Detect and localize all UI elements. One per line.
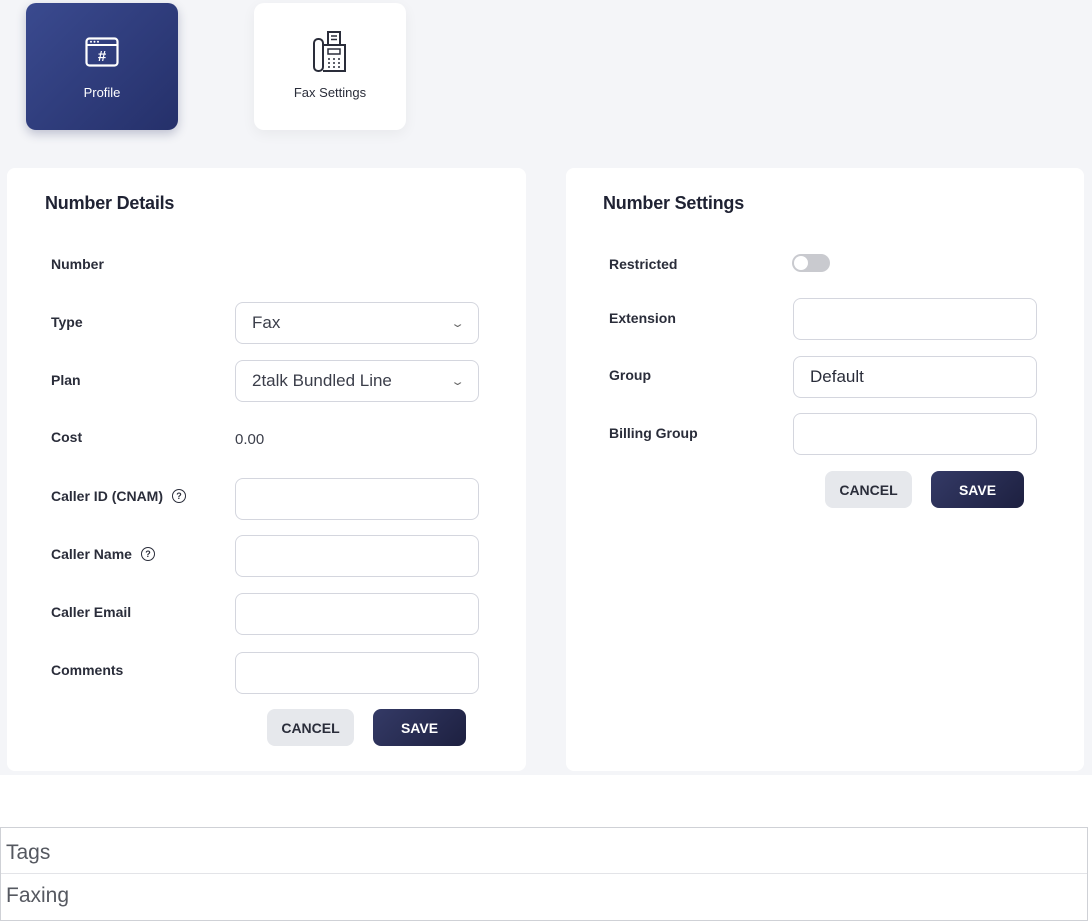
plan-select-value: 2talk Bundled Line <box>252 371 392 390</box>
number-settings-panel: Number Settings Restricted Extension Gro… <box>566 168 1084 771</box>
chevron-down-icon: ⌄ <box>450 317 465 330</box>
toggle-knob <box>794 256 808 270</box>
caller-email-label: Caller Email <box>51 604 132 620</box>
save-button[interactable]: SAVE <box>931 471 1024 508</box>
tab-fax-settings[interactable]: Fax Settings <box>254 3 406 130</box>
type-label: Type <box>51 314 83 330</box>
save-button[interactable]: SAVE <box>373 709 466 746</box>
comments-label: Comments <box>51 662 124 678</box>
number-label: Number <box>51 256 104 272</box>
comments-field[interactable] <box>235 652 479 694</box>
cost-label: Cost <box>51 429 83 445</box>
tags-section: Tags Faxing <box>0 827 1088 921</box>
caller-name-field[interactable] <box>235 535 479 577</box>
help-icon[interactable]: ? <box>140 547 155 561</box>
number-details-panel: Number Details Number Type Fax ⌄ Plan 2t… <box>7 168 526 771</box>
caller-name-label: Caller Name <box>51 546 132 562</box>
caller-id-field[interactable] <box>235 478 479 520</box>
restricted-label: Restricted <box>609 256 678 272</box>
caller-email-input[interactable] <box>236 594 478 634</box>
type-select-value: Fax <box>252 313 281 332</box>
cancel-button[interactable]: CANCEL <box>267 709 354 746</box>
divider <box>1 873 1087 874</box>
browser-hash-icon: # <box>85 29 119 75</box>
tab-profile-label: Profile <box>83 85 121 100</box>
caller-name-row-label: Caller Name ? <box>51 546 155 562</box>
caller-id-input[interactable] <box>236 479 478 519</box>
type-select[interactable]: Fax ⌄ <box>235 302 479 344</box>
extension-input[interactable] <box>794 299 1036 339</box>
fax-machine-icon <box>312 29 348 75</box>
chevron-down-icon: ⌄ <box>450 375 465 388</box>
extension-field[interactable] <box>793 298 1037 340</box>
extension-label: Extension <box>609 310 676 326</box>
caller-id-row-label: Caller ID (CNAM) ? <box>51 488 187 504</box>
plan-select[interactable]: 2talk Bundled Line ⌄ <box>235 360 479 402</box>
number-settings-title: Number Settings <box>603 193 745 213</box>
cancel-button[interactable]: CANCEL <box>825 471 912 508</box>
group-input[interactable] <box>794 357 1036 397</box>
billing-group-label: Billing Group <box>609 425 698 441</box>
group-field[interactable] <box>793 356 1037 398</box>
comments-input[interactable] <box>236 653 478 693</box>
caller-email-field[interactable] <box>235 593 479 635</box>
restricted-toggle[interactable] <box>792 254 830 272</box>
billing-group-input[interactable] <box>794 414 1036 454</box>
group-label: Group <box>609 367 651 383</box>
content-area: # Profile Fax Settings Number Details Nu… <box>0 0 1092 775</box>
svg-text:#: # <box>98 48 107 65</box>
tab-fax-settings-label: Fax Settings <box>293 85 367 100</box>
caller-id-label: Caller ID (CNAM) <box>51 488 164 504</box>
billing-group-field[interactable] <box>793 413 1037 455</box>
number-details-title: Number Details <box>45 193 175 213</box>
tag-item[interactable]: Faxing <box>6 884 69 908</box>
cost-value: 0.00 <box>235 431 265 448</box>
caller-name-input[interactable] <box>236 536 478 576</box>
tags-title: Tags <box>6 841 51 864</box>
plan-label: Plan <box>51 372 81 388</box>
tab-profile[interactable]: # Profile <box>26 3 178 130</box>
help-icon[interactable]: ? <box>172 489 187 503</box>
